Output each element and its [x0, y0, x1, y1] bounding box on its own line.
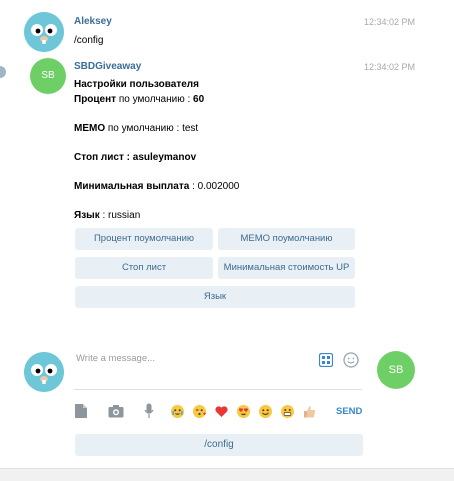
- bot-keyboard-icon[interactable]: [318, 352, 334, 372]
- emoji-heart-icon[interactable]: [215, 405, 228, 418]
- bot-avatar[interactable]: SB: [30, 58, 66, 94]
- stoplist-value: asuleymanov: [132, 152, 197, 163]
- minpay-rest: : 0.002000: [189, 181, 240, 192]
- emoji-heart-eyes-icon[interactable]: [237, 405, 250, 418]
- lang-rest: : russian: [99, 210, 141, 221]
- attach-file-icon[interactable]: [75, 404, 87, 423]
- lang-label: Язык: [74, 210, 100, 221]
- emoji-grin-icon[interactable]: [281, 405, 294, 418]
- memo-label: МЕМО: [74, 123, 106, 134]
- percent-value: 60: [193, 94, 205, 105]
- percent-label: Процент: [74, 94, 117, 105]
- sender-name[interactable]: SBDGiveaway: [74, 61, 141, 72]
- camera-icon[interactable]: [108, 404, 124, 423]
- message-select-indicator[interactable]: [0, 66, 6, 78]
- window-bottom-bar: [0, 468, 454, 481]
- stoplist-label: Стоп лист :: [74, 152, 133, 163]
- percent-line: Процент по умолчанию : 60: [74, 93, 204, 106]
- message-time: 12:34:02 PM: [364, 17, 416, 27]
- memo-rest: по умолчанию : test: [105, 123, 199, 134]
- keyboard-button-percent[interactable]: Процент поумолчанию: [75, 228, 213, 250]
- microphone-icon[interactable]: [144, 403, 154, 424]
- command-config-button[interactable]: /config: [75, 434, 363, 456]
- lang-line: Язык : russian: [74, 209, 140, 222]
- keyboard-button-mincost[interactable]: Минимальная стоимость UP: [218, 257, 355, 279]
- message-input-placeholder: Write a message...: [76, 353, 156, 364]
- stoplist-line: Стоп лист : asuleymanov: [74, 151, 196, 164]
- settings-title: Настройки пользователя: [74, 78, 199, 91]
- minpay-label: Минимальная выплата: [74, 181, 190, 192]
- emoji-crying-icon[interactable]: [171, 405, 184, 418]
- minpay-line: Минимальная выплата : 0.002000: [74, 180, 239, 193]
- memo-line: МЕМО по умолчанию : test: [74, 122, 198, 135]
- user-avatar[interactable]: SB: [377, 351, 415, 389]
- message-text: /config: [74, 35, 104, 46]
- emoji-picker-icon[interactable]: [343, 352, 359, 373]
- emoji-kiss-icon[interactable]: [193, 405, 206, 418]
- percent-rest: по умолчанию :: [116, 94, 194, 105]
- keyboard-button-memo[interactable]: MEMO поумолчанию: [218, 228, 355, 250]
- message-time: 12:34:02 PM: [364, 62, 416, 72]
- title-text: Настройки пользователя: [74, 79, 199, 90]
- emoji-thumbs-up-icon[interactable]: [303, 405, 316, 418]
- gopher-avatar[interactable]: [24, 12, 64, 52]
- keyboard-button-lang[interactable]: Язык: [75, 286, 355, 308]
- own-gopher-avatar[interactable]: [24, 352, 64, 392]
- send-button[interactable]: SEND: [336, 406, 362, 417]
- emoji-smile-icon[interactable]: [259, 405, 272, 418]
- sender-name[interactable]: Aleksey: [74, 16, 112, 27]
- keyboard-button-stoplist[interactable]: Стоп лист: [75, 257, 213, 279]
